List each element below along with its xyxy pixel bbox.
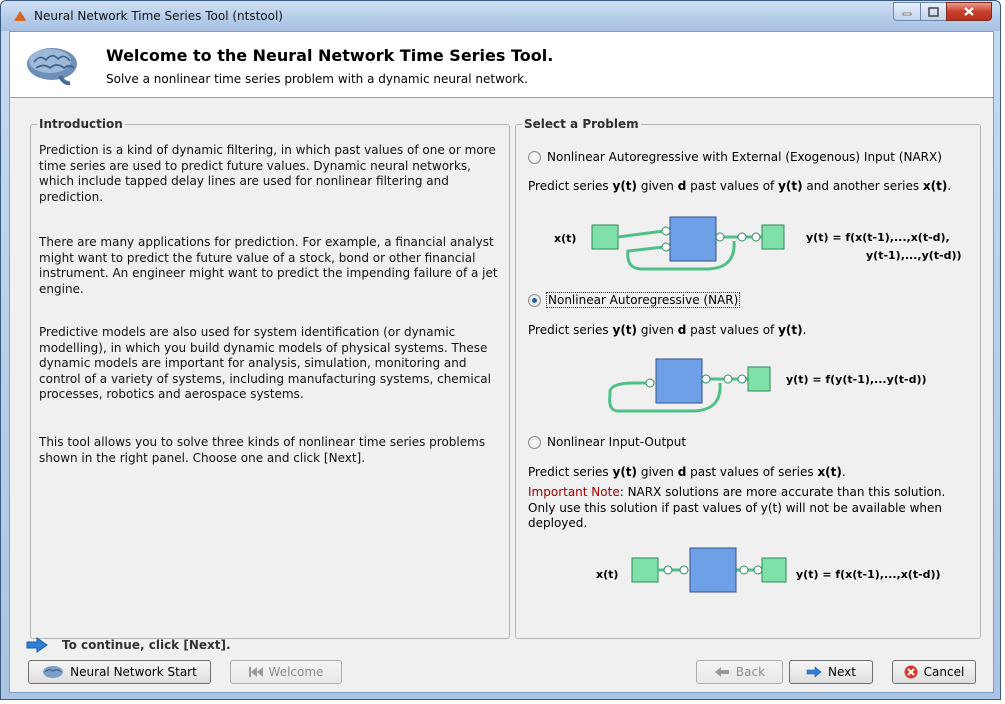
nar-option[interactable]: Nonlinear Autoregressive (NAR) xyxy=(528,292,741,308)
narx-input-label: x(t) xyxy=(554,232,577,245)
page-subtitle: Solve a nonlinear time series problem wi… xyxy=(106,72,528,86)
maximize-button[interactable] xyxy=(920,2,946,21)
narx-option[interactable]: Nonlinear Autoregressive with External (… xyxy=(528,150,942,164)
neural-network-start-button[interactable]: Neural Network Start xyxy=(28,660,211,684)
matlab-icon xyxy=(14,11,26,21)
arrow-right-icon xyxy=(26,637,48,653)
input-output-radio[interactable] xyxy=(528,435,541,449)
welcome-label: Welcome xyxy=(268,665,324,679)
introduction-label: Introduction xyxy=(37,117,125,131)
window-controls xyxy=(893,2,992,21)
brain-icon xyxy=(43,666,64,678)
cancel-button[interactable]: Cancel xyxy=(892,660,976,684)
window-title: Neural Network Time Series Tool (ntstool… xyxy=(34,9,283,23)
intro-paragraph-3: Predictive models are also used for syst… xyxy=(39,325,491,401)
input-output-description: Predict series y(t) given d past values … xyxy=(528,465,846,479)
back-label: Back xyxy=(735,665,766,679)
page-title: Welcome to the Neural Network Time Serie… xyxy=(106,46,554,65)
nar-formula: y(t) = f(y(t-1),...y(t-d)) xyxy=(786,373,927,386)
nar-diagram xyxy=(608,358,771,413)
window-frame: Neural Network Time Series Tool (ntstool… xyxy=(0,0,1001,700)
introduction-panel: Introduction Prediction is a kind of dyn… xyxy=(30,117,510,639)
header: Welcome to the Neural Network Time Serie… xyxy=(10,32,993,98)
welcome-button[interactable]: Welcome xyxy=(230,660,342,684)
nar-description: Predict series y(t) given d past values … xyxy=(528,323,807,337)
input-output-option[interactable]: Nonlinear Input-Output xyxy=(528,435,686,449)
neural-network-start-label: Neural Network Start xyxy=(70,665,197,679)
input-output-label: Nonlinear Input-Output xyxy=(547,435,687,449)
input-output-input-label: x(t) xyxy=(596,568,619,581)
input-output-diagram xyxy=(631,547,787,593)
continue-text: To continue, click [Next]. xyxy=(62,638,231,652)
narx-diagram xyxy=(591,216,785,271)
narx-formula-line-2: y(t-1),...,y(t-d)) xyxy=(866,249,962,262)
cancel-label: Cancel xyxy=(923,665,965,679)
minimize-icon xyxy=(902,12,912,15)
title-bar[interactable]: Neural Network Time Series Tool (ntstool… xyxy=(1,1,1000,31)
next-button[interactable]: Next xyxy=(789,660,873,684)
cancel-icon xyxy=(904,665,918,679)
arrow-left-icon xyxy=(714,667,729,677)
minimize-button[interactable] xyxy=(893,2,920,21)
intro-paragraph-1: Prediction is a kind of dynamic filterin… xyxy=(39,143,496,204)
narx-label: Nonlinear Autoregressive with External (… xyxy=(547,150,942,164)
important-note: Important Note: NARX solutions are more … xyxy=(528,485,968,532)
back-button[interactable]: Back xyxy=(696,660,783,684)
narx-description: Predict series y(t) given d past values … xyxy=(528,179,952,193)
arrow-right-icon xyxy=(806,666,822,678)
client-area: Welcome to the Neural Network Time Serie… xyxy=(9,31,994,693)
narx-formula-line-1: y(t) = f(x(t-1),...,x(t-d), xyxy=(806,231,950,244)
close-icon xyxy=(964,7,974,16)
narx-radio[interactable] xyxy=(528,150,541,164)
first-page-icon xyxy=(248,667,263,677)
continue-hint: To continue, click [Next]. xyxy=(26,637,231,653)
select-problem-panel: Select a Problem Nonlinear Autoregressiv… xyxy=(515,117,981,639)
brain-icon xyxy=(27,48,77,86)
next-label: Next xyxy=(828,665,856,679)
intro-paragraph-2: There are many applications for predicti… xyxy=(39,235,498,296)
input-output-formula: y(t) = f(x(t-1),...,x(t-d)) xyxy=(796,568,941,581)
nar-radio[interactable] xyxy=(528,293,541,307)
intro-paragraph-4: This tool allows you to solve three kind… xyxy=(39,435,486,465)
nar-label: Nonlinear Autoregressive (NAR) xyxy=(545,292,741,308)
close-button[interactable] xyxy=(946,2,992,21)
select-problem-label: Select a Problem xyxy=(522,117,641,131)
important-note-label: Important Note xyxy=(528,485,620,499)
maximize-icon xyxy=(928,6,939,17)
